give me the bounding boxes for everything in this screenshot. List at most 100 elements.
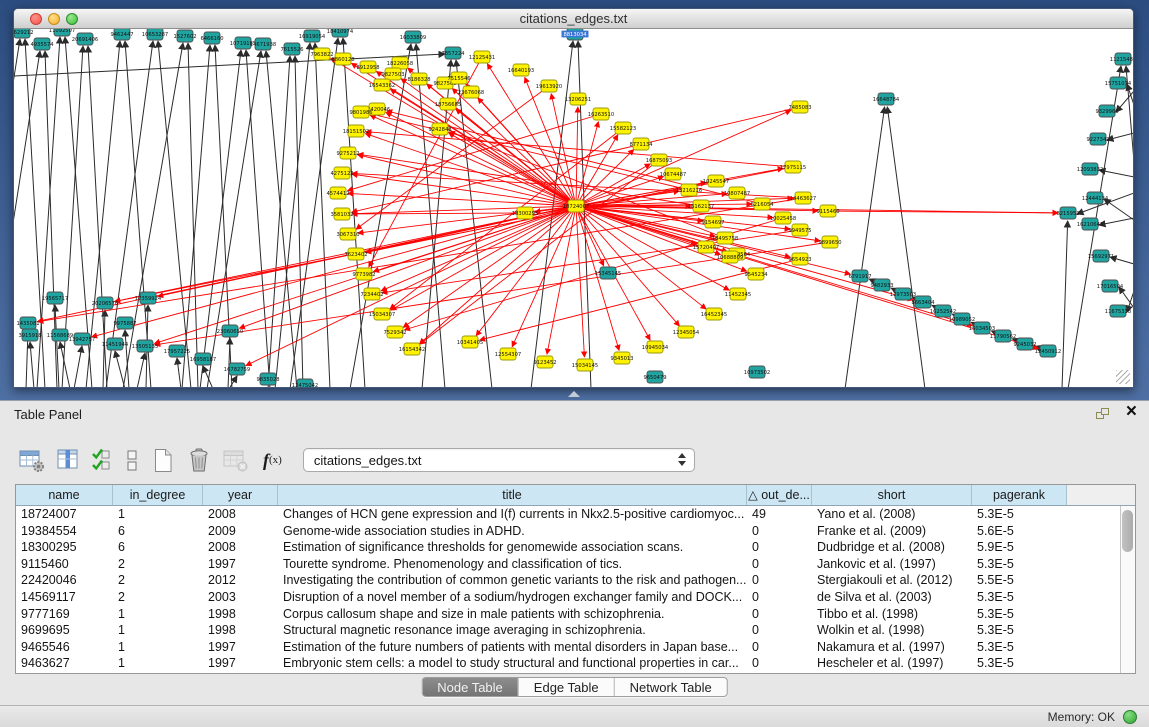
- graph-node-label: 16252542: [930, 309, 956, 315]
- graph-node-label: 16958187: [190, 357, 216, 363]
- canvas-resize-grip[interactable]: [1116, 370, 1130, 384]
- table-body: 1872400712008Changes of HCN gene express…: [16, 506, 1135, 672]
- unselect-all-icon[interactable]: [123, 447, 141, 473]
- table-cell: Corpus callosum shape and size in male p…: [278, 606, 747, 623]
- vertical-scrollbar[interactable]: [1120, 506, 1135, 673]
- graph-node-label: 18410974: [327, 29, 354, 35]
- graph-node-label: 10025458: [770, 216, 796, 222]
- graph-node-label: 9975887: [113, 321, 136, 327]
- table-row[interactable]: 911546021997Tourette syndrome. Phenomeno…: [16, 556, 1135, 573]
- citation-network-graph[interactable]: 1872400788601288912958182260589827503818…: [14, 29, 1133, 387]
- graph-node-label: 10973502: [744, 370, 770, 376]
- table-cell: Embryonic stem cells: a model to study s…: [278, 655, 747, 672]
- graph-node-label: 8663404: [911, 300, 935, 306]
- delete-table-icon: [222, 447, 250, 473]
- graph-node-label: 18724007: [563, 204, 589, 210]
- graph-node-label: 16162137: [688, 204, 714, 210]
- graph-node-label: 7529342: [383, 330, 406, 336]
- tab-node-table[interactable]: Node Table: [422, 678, 519, 696]
- table-cell: 5.3E-5: [972, 622, 1067, 639]
- graph-node-label: 16263510: [588, 112, 614, 118]
- graph-node-label: 7485083: [788, 105, 811, 111]
- column-header-name[interactable]: name: [16, 485, 113, 505]
- table-cell: 2: [113, 572, 203, 589]
- show-columns-icon[interactable]: [55, 447, 81, 473]
- graph-node-label: 23676068: [458, 90, 484, 96]
- table-row[interactable]: 1872400712008Changes of HCN gene express…: [16, 506, 1135, 523]
- graph-node-label: 9835028: [256, 377, 279, 383]
- graph-node-label: 12093832: [1077, 167, 1103, 173]
- table-row[interactable]: 1938455462009Genome-wide association stu…: [16, 523, 1135, 540]
- graph-node-label: 8813034: [563, 32, 587, 38]
- splitter-handle[interactable]: [568, 391, 580, 397]
- graph-node-label: 13505135: [132, 344, 158, 350]
- table-cell: 0: [747, 572, 812, 589]
- graph-node-label: 9154697: [701, 220, 724, 226]
- graph-node-label: 9482933: [870, 283, 893, 289]
- table-cell: 1: [113, 606, 203, 623]
- graph-node-label: 19613920: [536, 84, 562, 90]
- graph-node-label: 9227343: [1086, 137, 1109, 143]
- table-cell: 2012: [203, 572, 278, 589]
- graph-node-label: 1435081: [16, 321, 39, 327]
- table-cell: 5.6E-5: [972, 523, 1067, 540]
- graph-node-label: 10945034: [642, 345, 669, 351]
- column-header-pagerank[interactable]: pagerank: [972, 485, 1067, 505]
- table-cell: 2003: [203, 589, 278, 606]
- delete-icon[interactable]: [185, 447, 213, 474]
- graph-node-label: 9462447: [110, 32, 133, 38]
- table-row[interactable]: 946362711997Embryonic stem cells: a mode…: [16, 655, 1135, 672]
- status-bar: Memory: OK: [0, 705, 1149, 727]
- close-panel-icon[interactable]: ×: [1126, 402, 1137, 422]
- column-header-title[interactable]: title: [278, 485, 747, 505]
- graph-node-label: 9650479: [643, 375, 666, 381]
- float-panel-icon[interactable]: [1096, 408, 1111, 421]
- table-row[interactable]: 1830029562008Estimation of significance …: [16, 539, 1135, 556]
- table-type-tabs: Node TableEdge TableNetwork Table: [421, 677, 728, 697]
- graph-node-label: 10653287: [142, 32, 168, 38]
- column-header-in_degree[interactable]: in_degree: [113, 485, 203, 505]
- table-row[interactable]: 1456911722003Disruption of a novel membe…: [16, 589, 1135, 606]
- graph-node-label: 12345054: [673, 330, 700, 336]
- select-all-icon[interactable]: [90, 447, 114, 473]
- graph-node-label: 11790562: [990, 334, 1016, 340]
- graph-node-label: 9345013: [610, 356, 633, 362]
- dropdown-arrows-icon: [678, 453, 686, 466]
- column-header-out_de[interactable]: △ out_de...: [747, 485, 812, 505]
- table-row[interactable]: 2242004622012Investigating the contribut…: [16, 572, 1135, 589]
- table-row[interactable]: 977716911998Corpus callosum shape and si…: [16, 606, 1135, 623]
- table-settings-icon[interactable]: [18, 447, 46, 473]
- table-cell: 18300295: [16, 539, 113, 556]
- graph-node-label: 10807487: [724, 191, 750, 197]
- column-header-year[interactable]: year: [203, 485, 278, 505]
- graph-node-label: 11675338: [1105, 309, 1131, 315]
- table-row[interactable]: 946554611997Estimation of the future num…: [16, 639, 1135, 656]
- tab-network-table[interactable]: Network Table: [615, 678, 727, 696]
- table-select-dropdown[interactable]: citations_edges.txt: [303, 448, 695, 472]
- table-cell: 1997: [203, 639, 278, 656]
- table-cell: Genome-wide association studies in ADHD.: [278, 523, 747, 540]
- graph-node-label: 9115460: [816, 209, 839, 215]
- table-header-row: namein_degreeyeartitle△ out_de...shortpa…: [16, 485, 1135, 506]
- graph-node-label: 9329966: [1095, 109, 1118, 115]
- table-cell: 0: [747, 655, 812, 672]
- network-canvas[interactable]: 1872400788601288912958182260589827503818…: [14, 29, 1133, 387]
- graph-node-label: 10688809: [717, 255, 743, 261]
- graph-node-label: 15582123: [610, 126, 636, 132]
- table-cell: 1: [113, 655, 203, 672]
- table-cell: 9777169: [16, 606, 113, 623]
- function-builder-icon[interactable]: f(x): [263, 450, 282, 471]
- graph-node-label: 17016504: [1097, 284, 1124, 290]
- node-table: namein_degreeyeartitle△ out_de...shortpa…: [15, 484, 1136, 674]
- new-document-icon[interactable]: [150, 447, 176, 474]
- table-cell: 1: [113, 639, 203, 656]
- column-header-short[interactable]: short: [812, 485, 972, 505]
- graph-node-label: 8186328: [407, 77, 430, 83]
- graph-node-label: 16033809: [400, 35, 426, 41]
- graph-node-label: 6466160: [200, 36, 223, 42]
- window-titlebar[interactable]: citations_edges.txt: [14, 9, 1133, 29]
- table-row[interactable]: 969969511998Structural magnetic resonanc…: [16, 622, 1135, 639]
- tab-edge-table[interactable]: Edge Table: [519, 678, 615, 696]
- graph-node-label: 15034145: [572, 363, 598, 369]
- scrollbar-thumb[interactable]: [1122, 510, 1133, 552]
